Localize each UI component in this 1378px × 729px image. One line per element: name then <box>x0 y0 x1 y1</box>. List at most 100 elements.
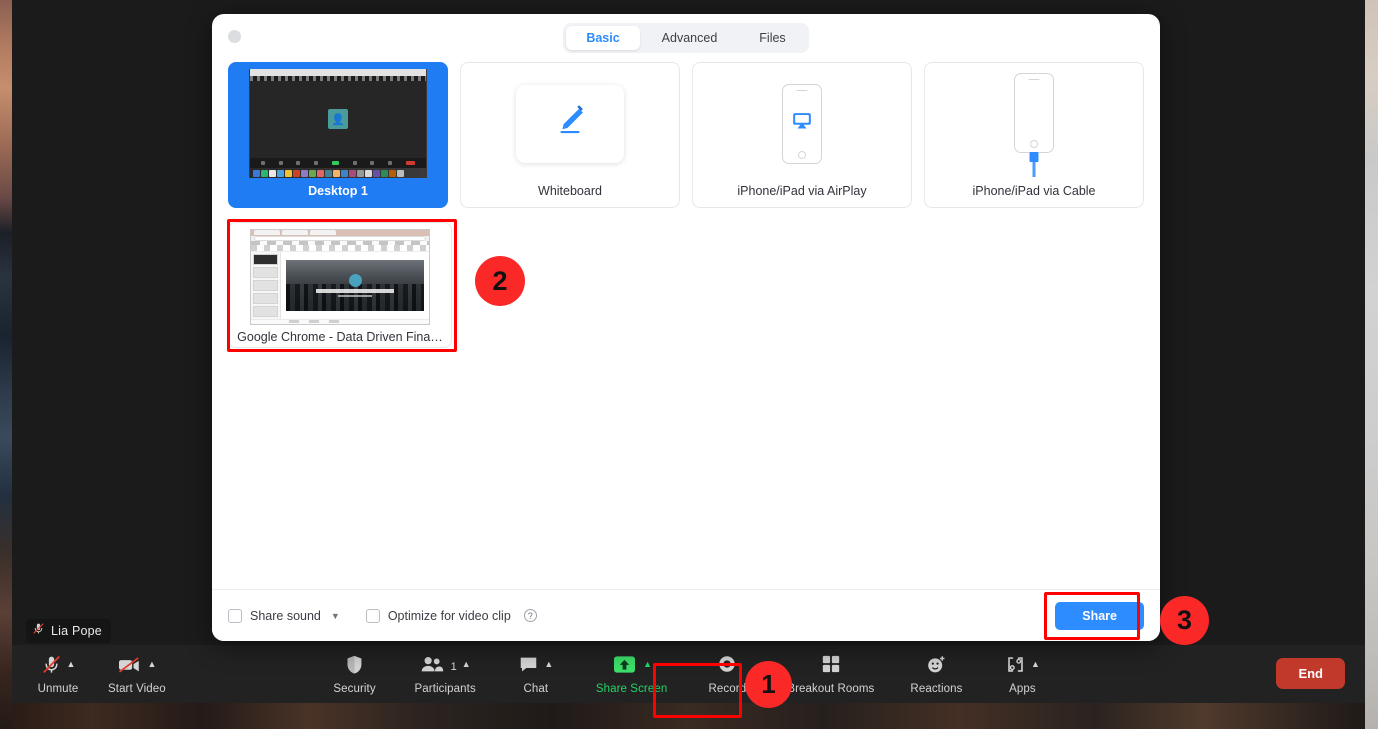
start-video-chevron-up-icon[interactable]: ▲ <box>147 660 156 669</box>
share-sound-checkbox[interactable] <box>228 608 242 623</box>
source-card-iphone-cable[interactable]: iPhone/iPad via Cable <box>924 62 1144 208</box>
desktop-wallpaper-right <box>1365 0 1378 729</box>
breakout-rooms-icon-row <box>821 654 841 680</box>
toolbar-button-share-screen[interactable]: ▲ Share Screen <box>596 654 668 695</box>
participants-chevron-up-icon[interactable]: ▲ <box>462 660 471 669</box>
share-screen-icon-row: ▲ <box>611 654 652 680</box>
apps-bracket-icon <box>1005 655 1026 679</box>
source-label-iphone-cable: iPhone/iPad via Cable <box>972 184 1096 198</box>
cable-icon <box>1029 151 1039 177</box>
toolbar-label-participants: Participants <box>414 682 476 695</box>
annotation-badge-2: 2 <box>475 256 525 306</box>
end-meeting-button[interactable]: End <box>1276 658 1345 689</box>
record-icon-row <box>717 654 737 680</box>
record-icon <box>717 654 737 679</box>
unmute-icon-row: ▲ <box>41 654 76 680</box>
source-card-google-chrome[interactable]: Google Chrome - Data Driven Fina… <box>228 222 452 348</box>
toolbar-button-participants[interactable]: 1 ▲ Participants <box>415 654 476 695</box>
chevron-down-icon[interactable]: ▼ <box>331 611 340 621</box>
thumb-slide-orb <box>348 273 362 287</box>
desktop-wallpaper-bottom <box>12 703 1365 729</box>
participants-icon <box>420 655 444 679</box>
participant-name-badge: Lia Pope <box>26 619 111 643</box>
grid-squares-icon <box>821 654 841 679</box>
meeting-toolbar: ▲ Unmute ▲ Start Video Security 1 ▲ Part… <box>12 645 1365 703</box>
pencil-icon <box>550 101 590 146</box>
desktop-thumbnail-mock: 👤 <box>249 69 427 178</box>
toolbar-label-breakout-rooms: Breakout Rooms <box>787 682 875 695</box>
dialog-footer: Share sound ▼ Optimize for video clip ? … <box>212 589 1160 641</box>
toolbar-button-apps[interactable]: ▲ Apps <box>998 654 1046 695</box>
toolbar-left-group: ▲ Unmute ▲ Start Video <box>12 654 166 695</box>
toolbar-label-security: Security <box>333 682 376 695</box>
toolbar-button-reactions[interactable]: Reactions <box>910 654 962 695</box>
thumb-slide-subtitle-bar <box>338 294 372 298</box>
apps-icon-row: ▲ <box>1005 654 1040 680</box>
share-confirm-button[interactable]: Share <box>1055 601 1144 630</box>
optimize-video-checkbox[interactable] <box>365 608 380 623</box>
share-sound-checkbox-group[interactable]: Share sound ▼ <box>228 608 340 623</box>
share-button-wrap: Share <box>1044 591 1144 640</box>
tab-files[interactable]: Files <box>739 26 805 50</box>
toolbar-label-reactions: Reactions <box>910 682 963 695</box>
toolbar-label-share-screen: Share Screen <box>595 682 668 695</box>
chat-icon-row: ▲ <box>518 654 553 680</box>
thumb-slide-canvas <box>286 259 424 311</box>
mic-muted-icon <box>41 654 62 680</box>
source-card-desktop-1[interactable]: 👤 Desktop 1 <box>228 62 448 208</box>
thumb-content: 👤 <box>250 80 426 158</box>
chat-chevron-up-icon[interactable]: ▲ <box>544 660 553 669</box>
share-sound-label: Share sound <box>250 608 321 623</box>
thumb-slides-stage <box>281 252 429 319</box>
share-source-grid: 👤 Desktop 1 Whiteboard iPhone/iPad via A… <box>228 62 1144 208</box>
help-circle-icon[interactable]: ? <box>523 609 537 622</box>
source-card-whiteboard[interactable]: Whiteboard <box>460 62 680 208</box>
unmute-chevron-up-icon[interactable]: ▲ <box>67 660 76 669</box>
dialog-header: Basic Advanced Files <box>212 14 1160 62</box>
participants-icon-row: 1 ▲ <box>420 654 471 680</box>
toolbar-center-group: Security 1 ▲ Participants ▲ Chat ▲ Share… <box>12 645 1365 703</box>
thumb-slide-title-bar <box>316 288 394 293</box>
annotation-badge-1: 1 <box>745 661 792 708</box>
participants-count: 1 <box>450 660 457 673</box>
tab-basic[interactable]: Basic <box>566 26 640 50</box>
whiteboard-tile <box>516 84 624 163</box>
optimize-video-checkbox-group[interactable]: Optimize for video clip ? <box>365 608 537 623</box>
security-icon-row <box>345 654 364 680</box>
mic-muted-icon <box>32 622 45 640</box>
toolbar-button-security[interactable]: Security <box>331 654 379 695</box>
desktop-wallpaper-left <box>0 0 12 729</box>
source-label-google-chrome: Google Chrome - Data Driven Fina… <box>237 330 443 344</box>
cable-thumbnail <box>931 69 1137 178</box>
toolbar-label-start-video: Start Video <box>108 682 166 695</box>
chrome-thumbnail-mock <box>250 229 430 325</box>
toolbar-button-breakout-rooms[interactable]: Breakout Rooms <box>787 654 874 695</box>
apps-chevron-up-icon[interactable]: ▲ <box>1031 660 1040 669</box>
share-window-list: Google Chrome - Data Driven Fina… 2 <box>227 219 1144 352</box>
dialog-body: 👤 Desktop 1 Whiteboard iPhone/iPad via A… <box>212 62 1160 589</box>
thumb-avatar-tile: 👤 <box>328 109 348 129</box>
thumb-slides-filmstrip <box>251 251 281 319</box>
phone-outline <box>1014 72 1054 177</box>
source-label-desktop-1: Desktop 1 <box>308 184 368 198</box>
tab-advanced[interactable]: Advanced <box>642 26 738 50</box>
toolbar-button-start-video[interactable]: ▲ Start Video <box>108 654 166 695</box>
toolbar-label-apps: Apps <box>1009 682 1036 695</box>
participant-name-label: Lia Pope <box>51 624 102 638</box>
airplay-icon <box>792 112 812 135</box>
toolbar-label-record: Record <box>708 682 747 695</box>
share-screen-dialog: Basic Advanced Files 👤 Desktop 1 Whitebo… <box>212 14 1160 641</box>
shield-icon <box>345 654 364 680</box>
share-screen-chevron-up-icon[interactable]: ▲ <box>643 660 652 669</box>
chrome-window-thumbnail <box>235 229 445 325</box>
toolbar-button-record[interactable]: Record <box>703 654 751 695</box>
toolbar-button-unmute[interactable]: ▲ Unmute <box>34 654 82 695</box>
toolbar-button-chat[interactable]: ▲ Chat <box>512 654 560 695</box>
start-video-icon-row: ▲ <box>117 654 156 680</box>
toolbar-label-chat: Chat <box>523 682 549 695</box>
source-card-iphone-airplay[interactable]: iPhone/iPad via AirPlay <box>692 62 912 208</box>
thumb-slides-footer <box>251 318 429 324</box>
optimize-video-label: Optimize for video clip <box>387 608 511 623</box>
close-dot-icon[interactable] <box>228 30 241 43</box>
desktop-thumbnail: 👤 <box>235 69 441 178</box>
